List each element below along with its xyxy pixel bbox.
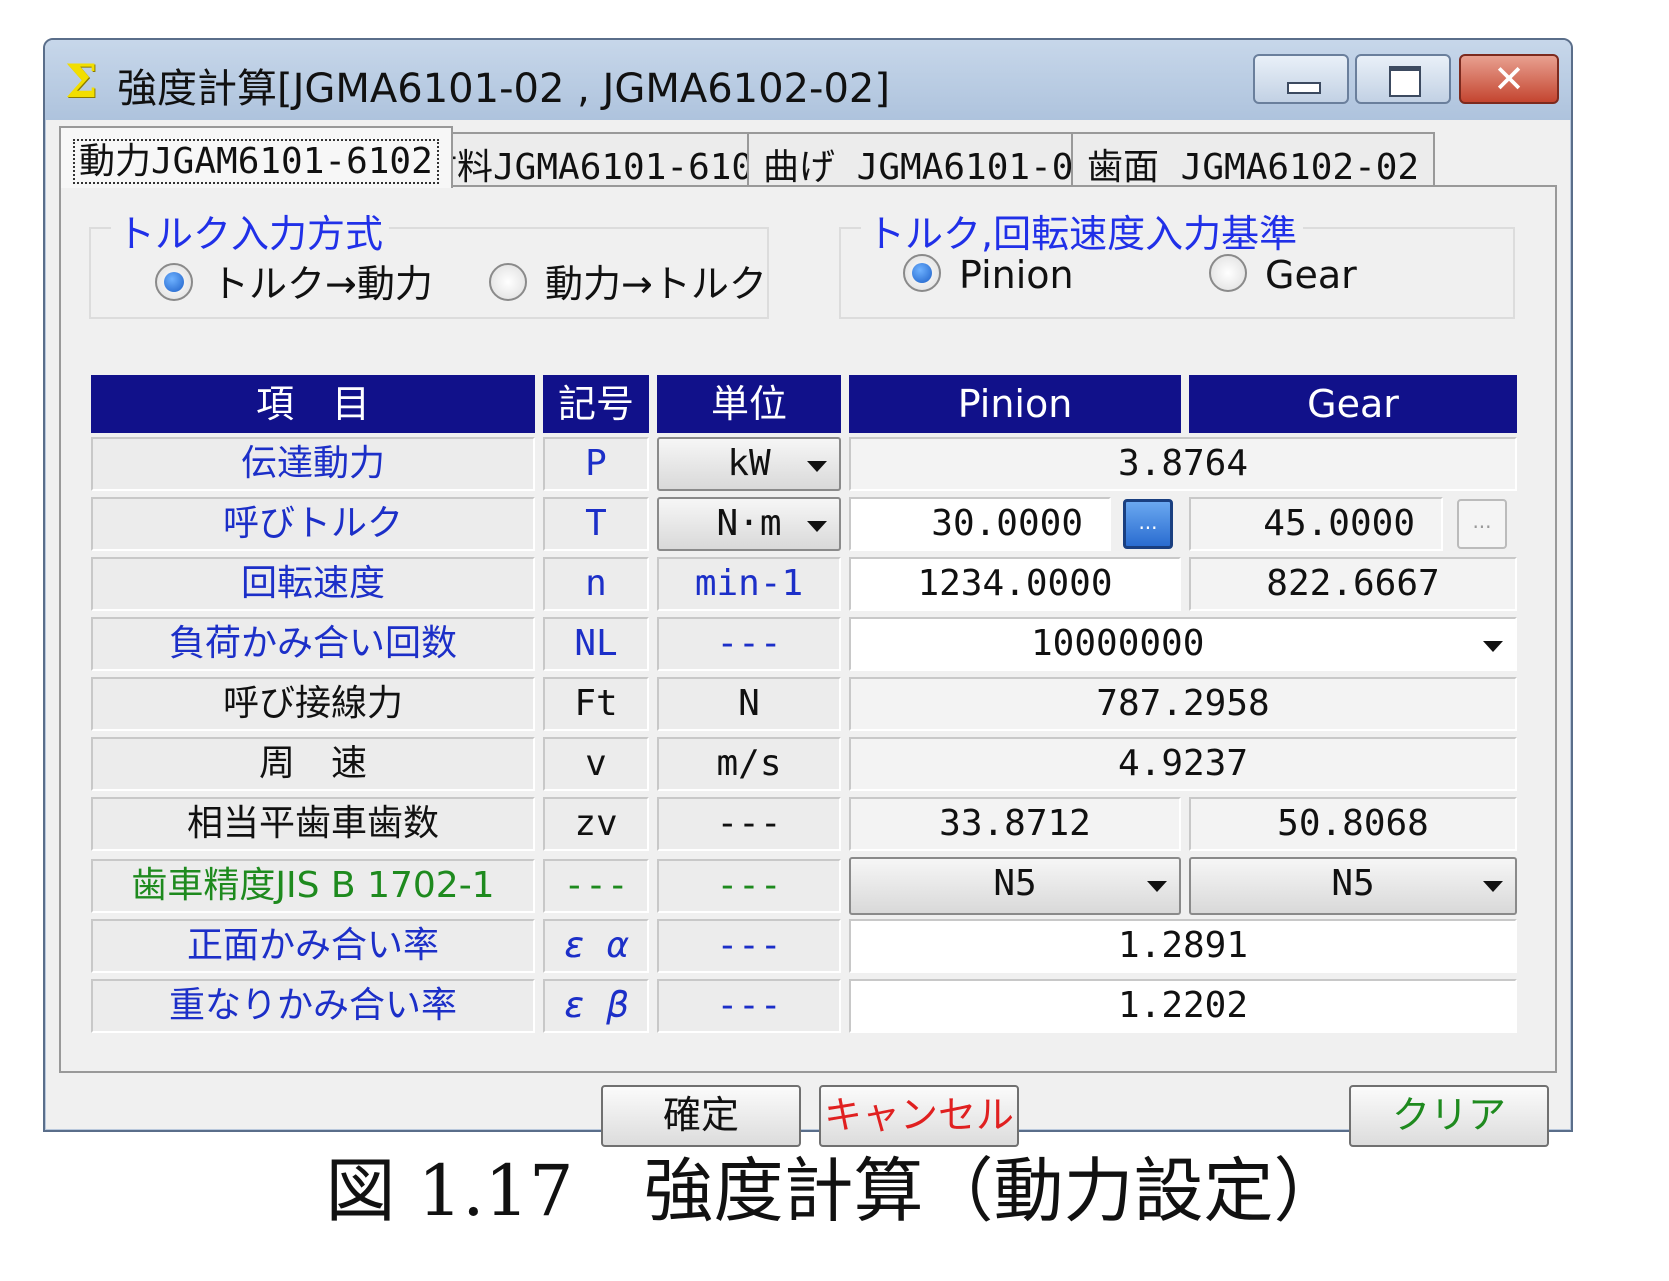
torque-input-title: トルク入力方式	[111, 203, 390, 258]
window-title: 強度計算[JGMA6101-02 , JGMA6102-02]	[117, 66, 890, 112]
row-symbol-equivalent-teeth: zv	[543, 797, 649, 851]
gear-equivalent-teeth-value: 50.8068	[1189, 797, 1517, 851]
row-label-speed: 回転速度	[91, 557, 535, 611]
radio-basis-pinion[interactable]: Pinion	[903, 253, 1074, 297]
header-symbol: 記号	[543, 375, 649, 433]
load-cycles-select[interactable]: 10000000	[849, 617, 1517, 671]
tab-material[interactable]: 材料JGMA6101-6102	[405, 132, 791, 188]
row-unit-tangential-force: N	[657, 677, 841, 731]
tab-surface[interactable]: 歯面 JGMA6102-02	[1071, 132, 1436, 188]
row-symbol-transverse-contact-ratio: ε α	[543, 919, 649, 973]
power-value: 3.8764	[849, 437, 1517, 491]
row-symbol-tangential-force: Ft	[543, 677, 649, 731]
peripheral-speed-value: 4.9237	[849, 737, 1517, 791]
header-pinion: Pinion	[849, 375, 1181, 433]
radio-unselected-icon	[489, 263, 527, 301]
torque-unit-select[interactable]: N·m	[657, 497, 841, 551]
maximize-button[interactable]	[1355, 54, 1451, 104]
row-symbol-torque: T	[543, 497, 649, 551]
row-unit-peripheral-speed: m/s	[657, 737, 841, 791]
row-symbol-overlap-contact-ratio: ε β	[543, 979, 649, 1033]
chevron-down-icon	[807, 461, 827, 472]
row-unit-load-cycles: ---	[657, 617, 841, 671]
gear-torque-value: 45.0000	[1189, 497, 1443, 551]
strength-calc-window: Σ 強度計算[JGMA6101-02 , JGMA6102-02] ✕ 動力JG…	[43, 38, 1573, 1147]
row-symbol-peripheral-speed: v	[543, 737, 649, 791]
close-icon: ✕	[1493, 57, 1525, 101]
sigma-icon: Σ	[65, 54, 98, 108]
chevron-down-icon	[1483, 881, 1503, 892]
row-unit-gear-accuracy: ---	[657, 859, 841, 913]
power-unit-select[interactable]: kW	[657, 437, 841, 491]
row-symbol-load-cycles: NL	[543, 617, 649, 671]
title-bar[interactable]: Σ 強度計算[JGMA6101-02 , JGMA6102-02] ✕	[45, 40, 1571, 120]
row-symbol-gear-accuracy: ---	[543, 859, 649, 913]
chevron-down-icon	[1483, 641, 1503, 652]
power-panel: トルク入力方式 トルク→動力 動力→トルク トルク,回転速度入力基準 Pinio…	[59, 185, 1557, 1073]
gear-torque-dots-button[interactable]: ...	[1457, 499, 1507, 549]
row-label-load-cycles: 負荷かみ合い回数	[91, 617, 535, 671]
row-unit-transverse-contact-ratio: ---	[657, 919, 841, 973]
row-label-torque: 呼びトルク	[91, 497, 535, 551]
pinion-speed-input[interactable]: 1234.0000	[849, 557, 1181, 611]
radio-power-to-torque[interactable]: 動力→トルク	[489, 253, 767, 308]
tangential-force-value: 787.2958	[849, 677, 1517, 731]
figure-caption: 図 1.17 強度計算（動力設定）	[325, 1150, 1344, 1232]
transverse-contact-ratio-value: 1.2891	[849, 919, 1517, 973]
radio-basis-gear[interactable]: Gear	[1209, 253, 1357, 297]
row-label-equivalent-teeth: 相当平歯車歯数	[91, 797, 535, 851]
radio-torque-to-power[interactable]: トルク→動力	[155, 253, 433, 308]
input-basis-title: トルク,回転速度入力基準	[861, 203, 1304, 258]
header-item: 項 目	[91, 375, 535, 433]
overlap-contact-ratio-value: 1.2202	[849, 979, 1517, 1033]
row-unit-equivalent-teeth: ---	[657, 797, 841, 851]
chevron-down-icon	[1147, 881, 1167, 892]
radio-selected-icon	[903, 254, 941, 292]
row-label-transverse-contact-ratio: 正面かみ合い率	[91, 919, 535, 973]
radio-selected-icon	[155, 263, 193, 301]
pinion-torque-input[interactable]: 30.0000	[849, 497, 1111, 551]
chevron-down-icon	[807, 521, 827, 532]
row-unit-overlap-contact-ratio: ---	[657, 979, 841, 1033]
pinion-torque-dots-button[interactable]: ...	[1123, 499, 1173, 549]
torque-input-group: トルク入力方式 トルク→動力 動力→トルク	[89, 203, 769, 319]
row-label-tangential-force: 呼び接線力	[91, 677, 535, 731]
row-label-gear-accuracy: 歯車精度JIS B 1702-1	[91, 859, 535, 913]
minimize-button[interactable]	[1253, 54, 1349, 104]
tab-power[interactable]: 動力JGAM6101-6102	[59, 126, 453, 188]
gear-speed-value: 822.6667	[1189, 557, 1517, 611]
radio-unselected-icon	[1209, 254, 1247, 292]
row-unit-speed: min-1	[657, 557, 841, 611]
header-unit: 単位	[657, 375, 841, 433]
row-symbol-power: P	[543, 437, 649, 491]
row-symbol-speed: n	[543, 557, 649, 611]
row-label-overlap-contact-ratio: 重なりかみ合い率	[91, 979, 535, 1033]
header-gear: Gear	[1189, 375, 1517, 433]
input-basis-group: トルク,回転速度入力基準 Pinion Gear	[839, 203, 1515, 319]
row-label-power: 伝達動力	[91, 437, 535, 491]
row-label-peripheral-speed: 周 速	[91, 737, 535, 791]
close-button[interactable]: ✕	[1459, 54, 1559, 104]
tab-bending[interactable]: 曲げ JGMA6101-02	[747, 132, 1112, 188]
pinion-accuracy-select[interactable]: N5	[849, 857, 1181, 915]
gear-accuracy-select[interactable]: N5	[1189, 857, 1517, 915]
pinion-equivalent-teeth-value: 33.8712	[849, 797, 1181, 851]
